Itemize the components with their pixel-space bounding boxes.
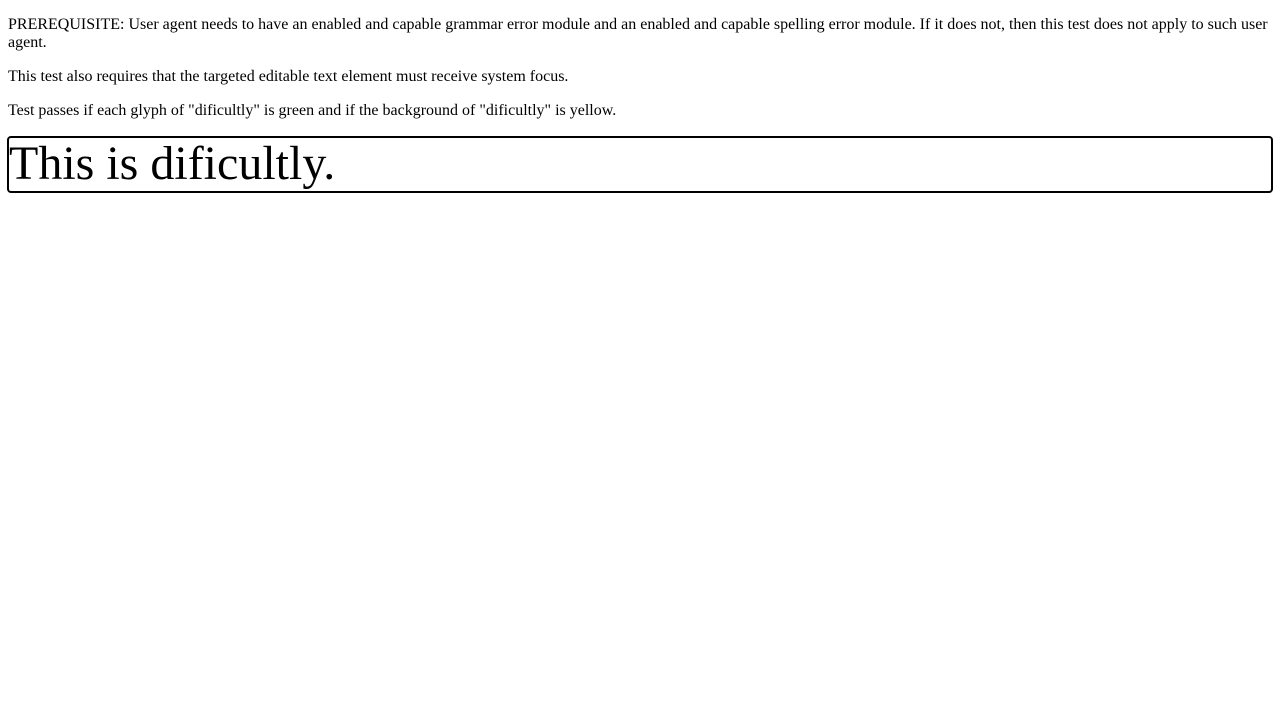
test-page: PREREQUISITE: User agent needs to have a…	[0, 16, 1280, 193]
prerequisite-text: PREREQUISITE: User agent needs to have a…	[8, 16, 1268, 51]
focus-requirement-text: This test also requires that the targete…	[8, 68, 569, 85]
pass-condition-text: Test passes if each glyph of "dificultly…	[8, 102, 617, 119]
editable-text-field[interactable]: This is dificultly.	[7, 136, 1273, 193]
